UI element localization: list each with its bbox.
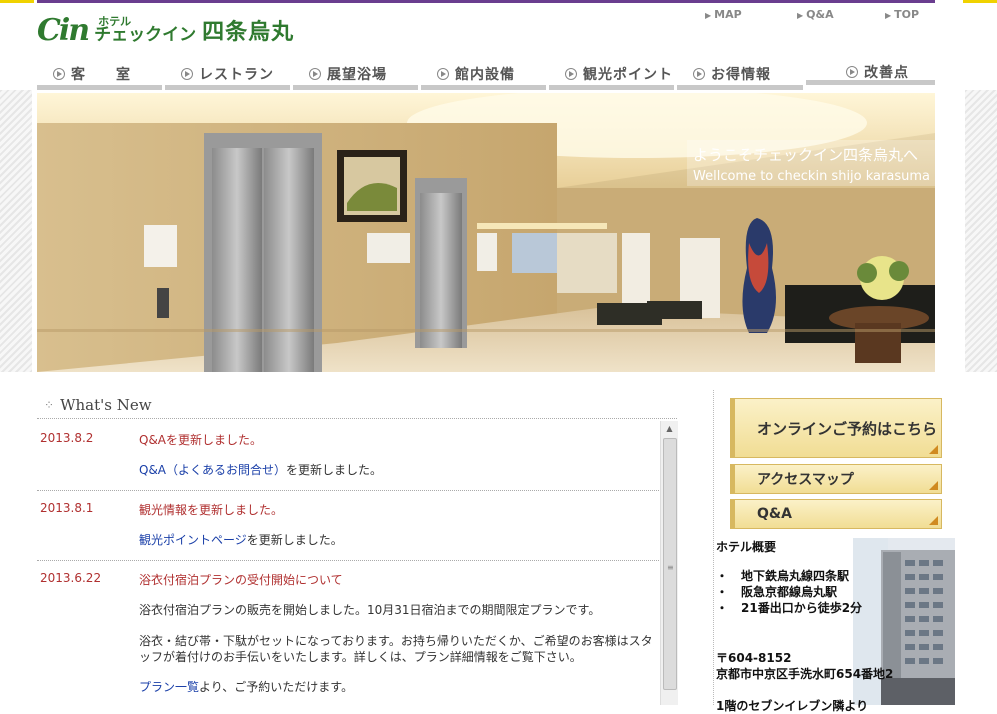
top-purple-bar [37,0,935,3]
left-stripe-decoration [0,90,32,372]
welcome-caption: ようこそチェックイン四条烏丸へ Wellcome to checkin shij… [687,140,935,186]
news-title: Q&Aを更新しました。 [139,433,263,447]
global-navigation: 客 室 レストラン 展望浴場 館内設備 観光ポイント お得情報 改善点 [37,63,935,90]
list-item: ・地下鉄烏丸線四条駅 [716,569,850,583]
list-item: ・阪急京都線烏丸駅 [716,585,838,599]
left-yellow-bar [0,0,34,3]
welcome-caption-jp: ようこそチェックイン四条烏丸へ [693,146,919,164]
top-utility-links: ▶ MAP ▶ Q&A ▶ TOP [705,8,919,21]
corner-triangle-icon [929,445,938,454]
hotel-address: 〒604-8152 京都市中京区手洗水町654番地2 [716,650,893,682]
news-date: 2013.6.22 [40,571,102,586]
logo-checkin-label: チェックイン [94,25,197,45]
lobby-illustration [37,93,935,372]
news-body: 観光ポイントページを更新しました。 [139,533,343,548]
play-circle-icon [181,68,193,80]
right-yellow-bar [963,0,997,3]
qa-button[interactable]: Q&A [730,499,942,529]
news-paragraph: 浴衣・結び帯・下駄がセットになっております。お持ち帰りいただくか、ご希望のお客様… [139,633,653,664]
scroll-thumb[interactable]: ≡ [663,438,677,690]
play-circle-icon [437,68,449,80]
hotel-directions-note: 1階のセブンイレブン隣より [716,699,869,713]
news-paragraph: 浴衣付宿泊プランの販売を開始しました。10月31日宿泊までの期間限定プランです。 [139,603,601,618]
spinner-dots-icon: ⁘ [44,398,55,412]
welcome-caption-en: Wellcome to checkin shijo karasuma [693,169,930,184]
qa-link[interactable]: ▶ Q&A [797,8,885,21]
sidebar-divider [713,390,714,705]
corner-triangle-icon [929,516,938,525]
hotel-logo[interactable]: Cin ホテル チェックイン 四条烏丸 [37,10,294,50]
street-address: 京都市中京区手洗水町654番地2 [716,667,894,681]
whats-new-heading: ⁘ What's New [44,396,152,414]
online-reservation-button[interactable]: オンラインご予約はこちら [730,398,942,458]
postal-code: 〒604-8152 [716,651,792,665]
logo-mark: Cin [37,12,90,48]
news-item: 2013.6.22 浴衣付宿泊プランの受付開始について 浴衣付宿泊プランの販売を… [37,561,677,705]
nav-improvements[interactable]: 改善点 [806,63,935,85]
news-item: 2013.8.2 Q&Aを更新しました。 Q&A（よくあるお問合せ）を更新しまし… [37,421,677,492]
news-body: 浴衣付宿泊プランの販売を開始しました。10月31日宿泊までの期間限定プランです。… [139,602,659,695]
top-link[interactable]: ▶ TOP [885,8,919,21]
scroll-up-arrow-icon[interactable]: ▲ [661,421,678,437]
logo-location-label: 四条烏丸 [202,20,295,45]
nav-rooms[interactable]: 客 室 [37,63,162,90]
news-date: 2013.8.2 [40,431,94,445]
news-date: 2013.8.1 [40,501,94,516]
qa-page-link[interactable]: Q&A（よくあるお問合せ） [139,463,286,477]
hotel-overview-title: ホテル概要 [716,540,777,554]
list-item: ・ 21番出口から徒歩2分 [716,601,863,615]
nav-deals[interactable]: お得情報 [677,63,803,90]
access-map-button[interactable]: アクセスマップ [730,464,942,494]
news-title: 観光情報を更新しました。 [139,503,284,518]
nav-observation-bath[interactable]: 展望浴場 [293,63,418,90]
news-title: 浴衣付宿泊プランの受付開始について [139,573,343,588]
map-link[interactable]: ▶ MAP [705,8,797,21]
corner-triangle-icon [929,481,938,490]
nav-restaurant[interactable]: レストラン [165,63,290,90]
hotel-access-list: ・地下鉄烏丸線四条駅 ・阪急京都線烏丸駅 ・ 21番出口から徒歩2分 [716,568,862,616]
lobby-hero-image: ようこそチェックイン四条烏丸へ Wellcome to checkin shij… [37,93,935,372]
play-circle-icon [53,68,65,80]
news-heading-divider [37,418,677,419]
news-item: 2013.8.1 観光情報を更新しました。 観光ポイントページを更新しました。 [37,491,677,562]
plan-list-link[interactable]: プラン一覧 [139,680,199,694]
play-circle-icon [565,68,577,80]
play-circle-icon [846,65,858,78]
news-scrollbar[interactable]: ▲ ≡ [660,421,678,705]
news-list[interactable]: 2013.8.2 Q&Aを更新しました。 Q&A（よくあるお問合せ）を更新しまし… [37,421,677,705]
right-stripe-decoration [965,90,997,372]
news-body: Q&A（よくあるお問合せ）を更新しました。 [139,463,383,477]
nav-sightseeing[interactable]: 観光ポイント [549,63,674,90]
sightseeing-page-link[interactable]: 観光ポイントページ [139,533,247,547]
nav-facilities[interactable]: 館内設備 [421,63,546,90]
whats-new-title: What's New [60,396,152,414]
play-circle-icon [693,68,705,80]
play-circle-icon [309,68,321,80]
grip-icon: ≡ [667,563,674,572]
